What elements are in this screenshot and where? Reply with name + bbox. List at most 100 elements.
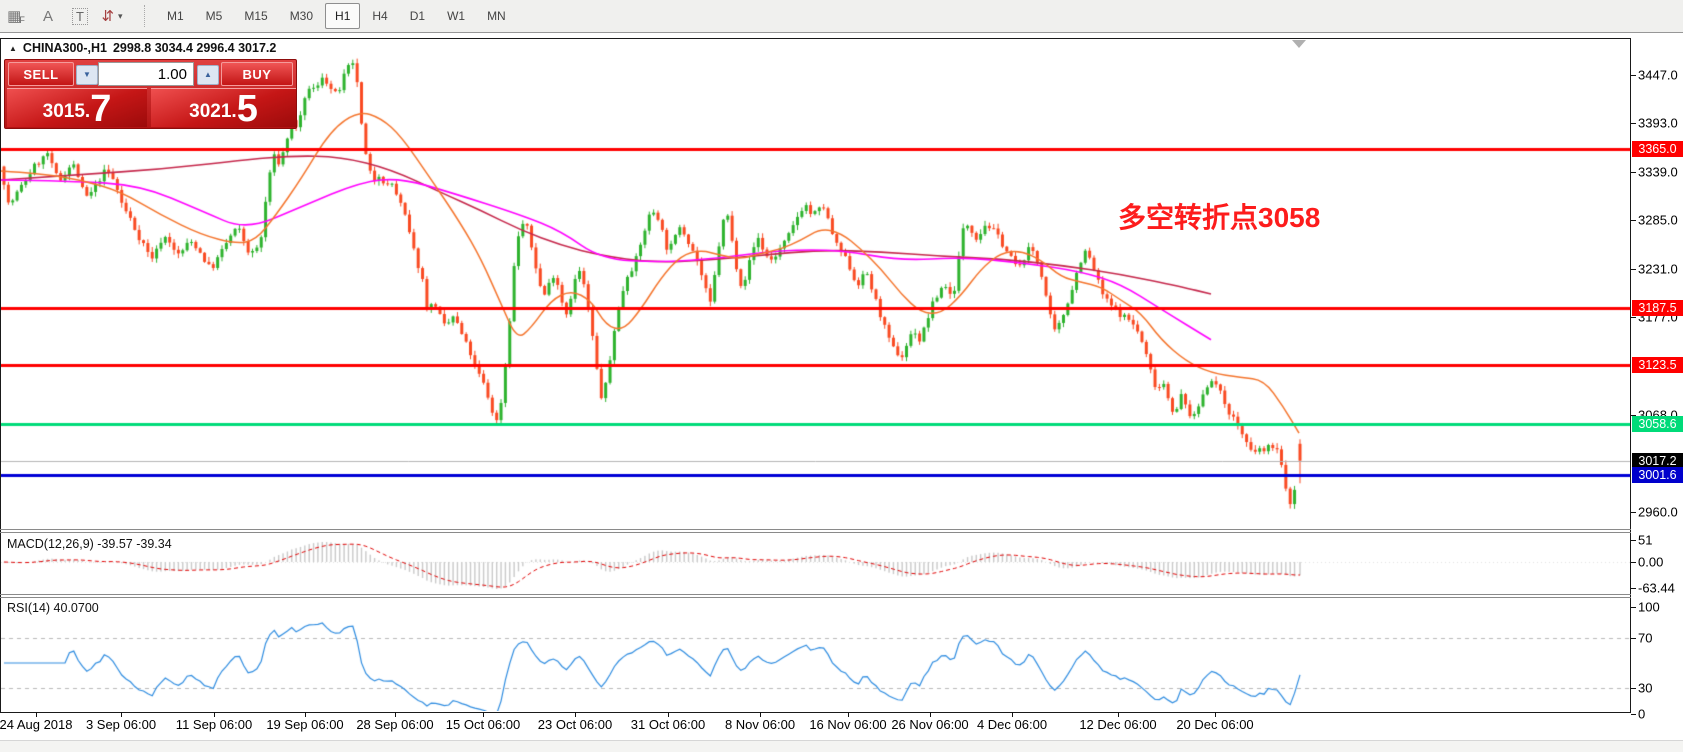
buy-price-main: 3021. xyxy=(189,101,237,122)
rsi-scale-label: 100 xyxy=(1638,599,1660,615)
rsi-scale-label: 30 xyxy=(1638,680,1653,696)
symbol-ohlc: 2998.8 3034.4 2996.4 3017.2 xyxy=(112,41,277,55)
macd-scale-tick xyxy=(1631,588,1636,589)
chart-shift-marker-icon[interactable] xyxy=(1292,40,1306,48)
time-axis-tick-mark xyxy=(305,712,306,717)
time-axis-tick-mark xyxy=(848,712,849,717)
textbox-tool-icon: T xyxy=(72,7,88,25)
toolbar-separator xyxy=(144,5,146,27)
collapse-panel-icon[interactable]: ▲ xyxy=(9,44,17,53)
text-label-icon: A xyxy=(42,7,53,25)
price-level-badge: 3123.5 xyxy=(1632,357,1683,374)
trading-app-window: ▦ F A T ⇵ ▾ M1 M5 M15 M30 H1 H4 D1 W1 MN ▲ CHINA3… xyxy=(0,0,1683,752)
timeframe-button-h4[interactable]: H4 xyxy=(362,3,397,29)
rsi-scale-label: 0 xyxy=(1638,706,1646,722)
timeframe-button-m30[interactable]: M30 xyxy=(280,3,323,29)
sell-button[interactable]: SELL xyxy=(8,62,74,86)
sell-price-main: 3015. xyxy=(42,101,91,122)
sell-price-tile[interactable]: 3015. 7 xyxy=(7,88,147,128)
indicator-grid-icon[interactable]: ▦ F xyxy=(3,3,29,29)
panel-splitter-1b[interactable] xyxy=(0,532,1631,533)
macd-scale-label: -63.44 xyxy=(1638,580,1675,596)
time-axis-tick-mark xyxy=(395,712,396,717)
price-level-badge: 3365.0 xyxy=(1632,140,1683,157)
price-axis-tick-mark xyxy=(1631,75,1636,76)
time-axis-tick-mark xyxy=(760,712,761,717)
grid-glyph-sub: F xyxy=(19,15,25,25)
macd-scale-label: 51 xyxy=(1638,532,1653,548)
time-axis-label: 16 Nov 06:00 xyxy=(809,717,887,732)
macd-panel-canvas[interactable] xyxy=(1,534,1630,593)
timeframe-button-m15[interactable]: M15 xyxy=(234,3,277,29)
time-axis-label: 8 Nov 06:00 xyxy=(724,717,796,732)
time-axis-tick-mark xyxy=(121,712,122,717)
time-axis-label: 15 Oct 06:00 xyxy=(445,717,521,732)
time-axis-label: 24 Aug 2018 xyxy=(0,717,73,732)
time-axis-tick-mark xyxy=(930,712,931,717)
timeframe-button-mn[interactable]: MN xyxy=(477,3,516,29)
time-axis-label: 20 Dec 06:00 xyxy=(1176,717,1254,732)
time-axis-label: 23 Oct 06:00 xyxy=(537,717,613,732)
price-axis-tick-label: 3447.0 xyxy=(1638,67,1678,83)
macd-indicator-label: MACD(12,26,9) -39.57 -39.34 xyxy=(7,537,172,551)
macd-scale-tick xyxy=(1631,562,1636,563)
timeframe-button-m1[interactable]: M1 xyxy=(157,3,194,29)
timeframe-button-m5[interactable]: M5 xyxy=(196,3,233,29)
volume-input[interactable] xyxy=(98,62,194,86)
rsi-panel-canvas[interactable] xyxy=(1,598,1630,711)
time-axis-tick-mark xyxy=(1215,712,1216,717)
rsi-scale-tick xyxy=(1631,638,1636,639)
timeframe-button-h1[interactable]: H1 xyxy=(325,3,361,29)
time-axis-label: 11 Sep 06:00 xyxy=(175,717,253,732)
time-axis-label: 3 Sep 06:00 xyxy=(85,717,157,732)
time-axis-label: 19 Sep 06:00 xyxy=(266,717,344,732)
time-axis-label: 26 Nov 06:00 xyxy=(891,717,969,732)
macd-scale-label: 0.00 xyxy=(1638,554,1664,570)
price-axis-tick-mark xyxy=(1631,123,1636,125)
chart-border-bottom xyxy=(0,712,1631,713)
chart-text-annotation[interactable]: 多空转折点3058 xyxy=(1118,196,1320,236)
textbox-tool-button[interactable]: T xyxy=(67,3,93,29)
time-axis-label: 28 Sep 06:00 xyxy=(356,717,434,732)
time-axis-label: 31 Oct 06:00 xyxy=(630,717,706,732)
status-bar xyxy=(0,740,1683,752)
price-level-badge: 3187.5 xyxy=(1632,299,1683,316)
panel-splitter-2[interactable] xyxy=(0,594,1631,595)
buy-price-tile[interactable]: 3021. 5 xyxy=(151,88,296,130)
toolbar: ▦ F A T ⇵ ▾ M1 M5 M15 M30 H1 H4 D1 W1 MN xyxy=(0,0,1683,33)
price-axis-tick-mark xyxy=(1631,317,1636,319)
buy-price-big-digit: 5 xyxy=(236,88,258,130)
price-axis-tick-mark xyxy=(1631,512,1636,513)
time-axis-tick-mark xyxy=(483,712,484,717)
volume-increase-button[interactable]: ▲ xyxy=(197,65,219,85)
volume-decrease-button[interactable]: ▼ xyxy=(76,65,98,85)
price-axis-tick-label: 3285.0 xyxy=(1638,212,1678,228)
time-axis-tick-mark xyxy=(668,712,669,717)
time-axis-tick-mark xyxy=(575,712,576,717)
time-axis-tick-mark xyxy=(214,712,215,717)
price-axis-tick-mark xyxy=(1631,171,1636,173)
price-axis-line xyxy=(1630,38,1631,713)
timeframe-button-d1[interactable]: D1 xyxy=(400,3,435,29)
timeframe-button-w1[interactable]: W1 xyxy=(437,3,475,29)
panel-splitter-1[interactable] xyxy=(0,529,1631,530)
rsi-scale-tick xyxy=(1631,714,1636,715)
time-axis-label: 4 Dec 06:00 xyxy=(976,717,1048,732)
price-axis-tick-mark xyxy=(1631,268,1636,270)
price-axis-tick-mark xyxy=(1631,220,1636,222)
one-click-trade-panel: SELL ▼ ▲ BUY 3015.7 3021.5 xyxy=(4,59,297,129)
buy-button[interactable]: BUY xyxy=(221,62,293,86)
time-axis-label: 12 Dec 06:00 xyxy=(1079,717,1157,732)
time-axis-tick-mark xyxy=(36,712,37,717)
time-axis-tick-mark xyxy=(1118,712,1119,717)
timeframe-bar: M1 M5 M15 M30 H1 H4 D1 W1 MN xyxy=(156,3,517,29)
arrange-windows-icon: ⇵ xyxy=(101,8,115,25)
rsi-scale-label: 70 xyxy=(1638,630,1653,646)
chevron-down-icon: ▾ xyxy=(118,10,123,21)
arrange-tool-button[interactable]: ⇵ ▾ xyxy=(99,3,125,29)
symbol-name: CHINA300-,H1 xyxy=(22,41,107,55)
price-level-badge: 3001.6 xyxy=(1632,466,1683,483)
rsi-indicator-label: RSI(14) 40.0700 xyxy=(7,601,99,615)
time-axis-tick-mark xyxy=(1012,712,1013,717)
text-label-tool-button[interactable]: A xyxy=(35,3,61,29)
